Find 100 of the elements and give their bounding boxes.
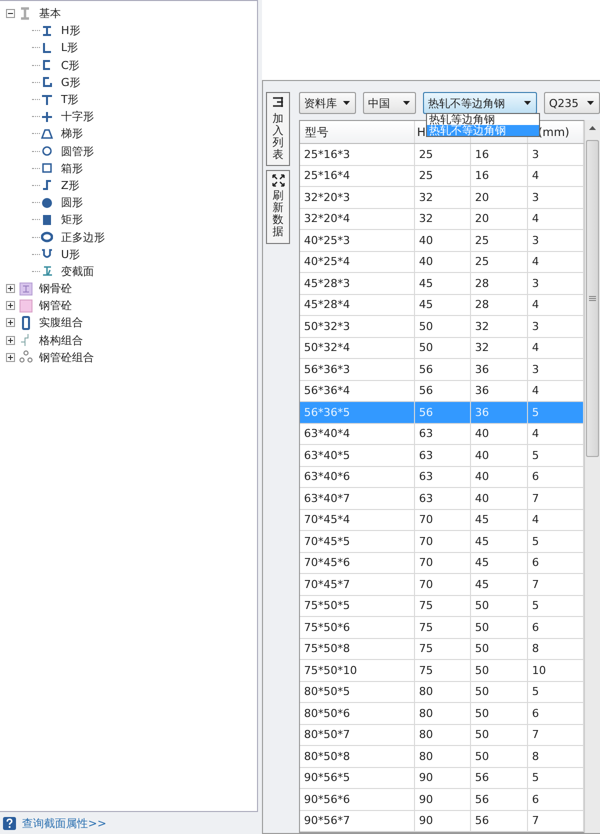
table-cell: 75 bbox=[419, 664, 433, 677]
table-row[interactable]: 63*40*4 63 40 4 bbox=[300, 424, 584, 445]
tree-item[interactable]: 格构组合 bbox=[39, 332, 83, 348]
expand-toggle-icon[interactable] bbox=[6, 301, 15, 310]
table-row[interactable]: 70*45*7 70 45 7 bbox=[300, 574, 584, 596]
table-cell: 45 bbox=[475, 578, 489, 591]
table-cell: 50 bbox=[475, 642, 489, 656]
dropdown[interactable]: Q235 bbox=[544, 92, 600, 114]
table-cell: 3 bbox=[532, 320, 539, 333]
table-cell: 3 bbox=[532, 234, 539, 247]
tree-item[interactable]: 十字形 bbox=[61, 109, 94, 124]
tree-item[interactable]: 变截面 bbox=[61, 264, 94, 279]
table-row[interactable]: 90*56*6 90 56 6 bbox=[300, 789, 584, 810]
table-cell: 70 bbox=[419, 513, 433, 526]
expand-toggle-icon[interactable] bbox=[6, 284, 15, 294]
tree-item[interactable]: L形 bbox=[61, 40, 78, 56]
table-cell: 4 bbox=[532, 169, 539, 182]
tree-item[interactable]: 钢管砼组合 bbox=[39, 350, 94, 365]
tree-item[interactable]: T形 bbox=[61, 92, 79, 108]
scroll-up-icon[interactable] bbox=[589, 126, 596, 130]
tree-item[interactable]: U形 bbox=[61, 246, 80, 262]
table-row[interactable]: 45*28*4 45 28 4 bbox=[300, 294, 584, 316]
tree-item[interactable]: 正多边形 bbox=[61, 230, 105, 245]
table-row[interactable]: 75*50*6 75 50 6 bbox=[300, 617, 584, 638]
table-cell: 70 bbox=[419, 578, 433, 591]
table-row[interactable]: 25*16*4 25 16 4 bbox=[300, 166, 584, 187]
table-cell: 40 bbox=[419, 234, 433, 247]
table-cell: 6 bbox=[532, 792, 539, 806]
dropdown[interactable]: 资料库 bbox=[299, 92, 356, 114]
section-group-icon bbox=[19, 316, 33, 330]
tree-item[interactable]: 矩形 bbox=[61, 212, 83, 228]
table-cell: 80 bbox=[419, 685, 433, 698]
tree-item[interactable]: 钢骨砼 bbox=[39, 281, 72, 296]
table-cell: 50 bbox=[475, 706, 489, 720]
section-group-icon bbox=[19, 350, 33, 364]
scrollbar[interactable] bbox=[584, 120, 600, 833]
table-row[interactable]: 75*50*5 75 50 5 bbox=[300, 596, 584, 617]
table-row[interactable]: 45*28*3 45 28 3 bbox=[300, 273, 584, 294]
table-row[interactable]: 75*50*10 75 50 10 bbox=[300, 660, 584, 682]
table-row[interactable]: 32*20*3 32 20 3 bbox=[300, 187, 584, 208]
tree-item[interactable]: H形 bbox=[61, 23, 80, 38]
table-cell: 80 bbox=[419, 728, 433, 742]
table-row[interactable]: 70*45*6 70 45 6 bbox=[300, 552, 584, 574]
table-cell: 63 bbox=[419, 448, 433, 462]
expand-toggle-icon[interactable] bbox=[6, 352, 15, 362]
table-row[interactable]: 70*45*5 70 45 5 bbox=[300, 531, 584, 552]
table-row[interactable]: 40*25*4 40 25 4 bbox=[300, 252, 584, 273]
table-row[interactable]: 75*50*8 75 50 8 bbox=[300, 638, 584, 660]
tree-item[interactable]: C形 bbox=[61, 58, 80, 73]
tree-item[interactable]: 实腹组合 bbox=[39, 315, 83, 330]
table-row[interactable]: 32*20*4 32 20 4 bbox=[300, 208, 584, 230]
tree-item[interactable]: 基本 bbox=[39, 6, 61, 22]
table-row[interactable]: 90*56*5 90 56 5 bbox=[300, 768, 584, 789]
table-cell: 7 bbox=[532, 814, 539, 828]
scrollbar-thumb[interactable] bbox=[586, 140, 599, 457]
refresh-button[interactable]: 刷新数据 bbox=[266, 170, 290, 244]
add-to-list-button[interactable]: 加入列表 bbox=[266, 92, 290, 166]
table-row[interactable]: 80*50*8 80 50 8 bbox=[300, 746, 584, 768]
tree-item[interactable]: 圆管形 bbox=[61, 144, 94, 159]
dropdown-option[interactable]: 热轧等边角钢 bbox=[427, 114, 539, 125]
table-row[interactable]: 50*32*4 50 32 4 bbox=[300, 338, 584, 359]
table-cell: 80 bbox=[419, 750, 433, 763]
table-cell: 32 bbox=[475, 320, 489, 333]
section-shape-icon bbox=[41, 248, 53, 260]
table-row[interactable]: 80*50*6 80 50 6 bbox=[300, 703, 584, 724]
table-row[interactable]: 40*25*3 40 25 3 bbox=[300, 230, 584, 252]
tree-item[interactable]: 钢管砼 bbox=[39, 298, 72, 314]
dropdown[interactable]: 中国 bbox=[363, 92, 416, 114]
section-shape-icon bbox=[41, 179, 53, 192]
section-properties-link[interactable]: 查询截面属性>> bbox=[22, 816, 106, 830]
tree-item[interactable]: 圆形 bbox=[61, 195, 83, 210]
expand-toggle-icon[interactable] bbox=[6, 318, 15, 328]
table-row[interactable]: 80*50*7 80 50 7 bbox=[300, 724, 584, 746]
table-row[interactable]: 63*40*7 63 40 7 bbox=[300, 488, 584, 510]
collapse-toggle-icon[interactable] bbox=[6, 9, 15, 18]
tree-item[interactable]: G形 bbox=[61, 74, 81, 90]
table-cell: 32*20*3 bbox=[304, 190, 350, 204]
table-row[interactable]: 56*36*3 56 36 3 bbox=[300, 359, 584, 380]
table-cell: 63*40*7 bbox=[304, 492, 350, 505]
table-row[interactable]: 90*56*7 90 56 7 bbox=[300, 810, 584, 832]
table-cell: 45 bbox=[475, 534, 489, 548]
table-row[interactable]: 80*50*5 80 50 5 bbox=[300, 682, 584, 703]
tree-item[interactable]: 梯形 bbox=[61, 126, 83, 142]
table-row[interactable]: 63*40*6 63 40 6 bbox=[300, 466, 584, 488]
table-row[interactable]: 63*40*5 63 40 5 bbox=[300, 445, 584, 466]
section-shape-icon bbox=[41, 42, 53, 54]
table-cell: 5 bbox=[532, 771, 539, 784]
section-shape-icon bbox=[41, 128, 53, 140]
table-row[interactable]: 70*45*4 70 45 4 bbox=[300, 510, 584, 531]
add-list-icon bbox=[272, 96, 284, 110]
section-shape-icon bbox=[41, 231, 53, 244]
tree-item[interactable]: Z形 bbox=[61, 178, 80, 193]
table-cell: 50 bbox=[475, 599, 489, 612]
table-row[interactable]: 50*32*3 50 32 3 bbox=[300, 316, 584, 338]
table-cell: 56 bbox=[419, 362, 433, 376]
tree-item[interactable]: 箱形 bbox=[61, 160, 83, 176]
expand-toggle-icon[interactable] bbox=[6, 336, 15, 345]
table-cell: 70 bbox=[419, 534, 433, 548]
table-row[interactable]: 25*16*3 25 16 3 bbox=[300, 144, 584, 166]
dropdown[interactable]: 热轧不等边角钢 bbox=[423, 92, 537, 114]
